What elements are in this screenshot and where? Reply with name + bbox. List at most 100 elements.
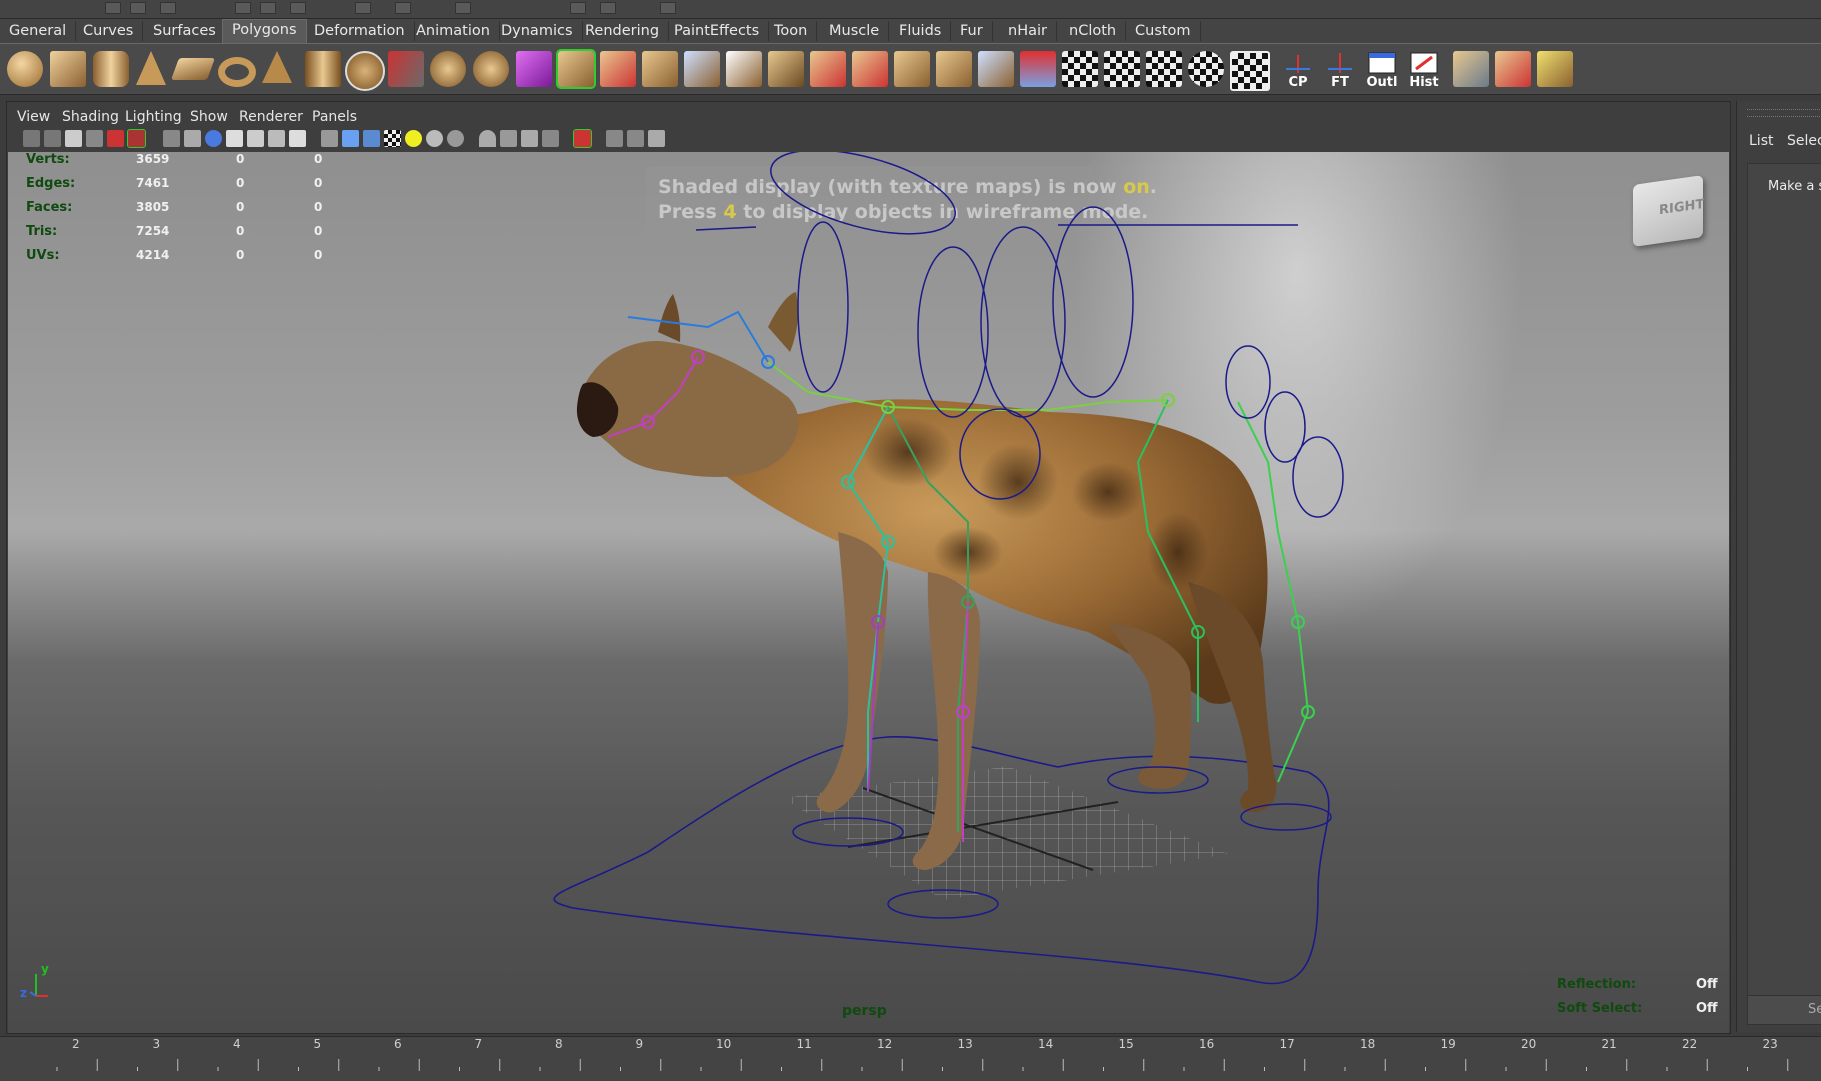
poly-plane-icon[interactable] <box>170 58 216 80</box>
select-button[interactable]: Se <box>1747 995 1821 1025</box>
tab-animation[interactable]: Animation <box>407 21 500 41</box>
grid-icon[interactable] <box>107 130 124 147</box>
poly-pyramid-icon[interactable] <box>262 51 292 83</box>
uv-planar-icon[interactable] <box>1062 51 1098 87</box>
menu-icon[interactable] <box>600 2 616 14</box>
neck-control-curve[interactable] <box>797 221 849 393</box>
sphere-icon[interactable] <box>447 130 464 147</box>
poly-collapse-icon[interactable] <box>852 51 888 87</box>
film-gate-icon[interactable] <box>127 129 146 148</box>
poly-cylinder-icon[interactable] <box>93 51 129 87</box>
motion-blur-icon[interactable] <box>500 130 517 147</box>
aa-icon[interactable] <box>542 130 559 147</box>
camera-attributes-icon[interactable] <box>44 130 61 147</box>
tail-control-curve[interactable] <box>1225 345 1271 419</box>
history-icon[interactable]: Hist <box>1406 51 1442 90</box>
tab-nhair[interactable]: nHair <box>999 21 1057 41</box>
foot-control-curve[interactable] <box>1240 803 1332 831</box>
tab-toon[interactable]: Toon <box>765 21 818 41</box>
menu-icon[interactable] <box>160 2 176 14</box>
tab-painteffects[interactable]: PaintEffects <box>665 21 770 41</box>
poly-split-icon[interactable] <box>684 51 720 87</box>
panel-layout-icon[interactable] <box>627 130 644 147</box>
ao-icon[interactable] <box>521 130 538 147</box>
spine-control-curve[interactable] <box>980 226 1066 418</box>
poly-pipe-icon[interactable] <box>305 51 341 87</box>
share-icon[interactable] <box>648 130 665 147</box>
poly-extract-icon[interactable] <box>978 51 1014 87</box>
menu-icon[interactable] <box>290 2 306 14</box>
tab-list[interactable]: List <box>1749 133 1773 149</box>
custom-tool-icon[interactable] <box>1537 51 1573 87</box>
spine-control-curve[interactable] <box>917 246 989 418</box>
head-control-curve[interactable] <box>762 152 964 250</box>
hud-icon[interactable] <box>479 130 496 147</box>
time-slider[interactable]: 2 3 4 5 6 7 8 9 10 11 12 13 14 15 16 17 18 19 20 21 22 23 <box>0 1036 1821 1081</box>
menu-icon[interactable] <box>130 2 146 14</box>
menu-icon[interactable] <box>570 2 586 14</box>
poly-soccer-icon[interactable] <box>345 51 385 91</box>
menu-renderer[interactable]: Renderer <box>239 109 303 125</box>
shadows-icon[interactable] <box>247 130 264 147</box>
menu-icon[interactable] <box>105 2 121 14</box>
tab-curves[interactable]: Curves <box>74 21 144 41</box>
tab-deformation[interactable]: Deformation <box>305 21 415 41</box>
textured-icon[interactable] <box>205 130 222 147</box>
poly-smooth-icon[interactable] <box>516 51 552 87</box>
menu-icon[interactable] <box>260 2 276 14</box>
text-icon[interactable] <box>289 130 306 147</box>
menu-icon[interactable] <box>355 2 371 14</box>
custom-tool-icon[interactable] <box>1495 51 1531 87</box>
sphere-icon[interactable] <box>426 130 443 147</box>
tab-custom[interactable]: Custom <box>1126 21 1201 41</box>
spine-control-curve[interactable] <box>1052 206 1134 398</box>
checker-icon[interactable] <box>384 130 401 147</box>
menu-icon[interactable] <box>395 2 411 14</box>
poly-append-icon[interactable] <box>642 51 678 87</box>
uv-automatic-icon[interactable] <box>1188 51 1224 87</box>
panel-drag-handle[interactable] <box>1747 109 1821 117</box>
view-cube[interactable]: RIGHT <box>1633 175 1704 247</box>
poly-sphere-icon[interactable] <box>7 51 43 87</box>
poly-separate-icon[interactable] <box>473 51 509 87</box>
poly-cone-icon[interactable] <box>136 51 166 85</box>
poly-bevel-icon[interactable] <box>894 51 930 87</box>
lights-icon[interactable] <box>226 130 243 147</box>
tab-muscle[interactable]: Muscle <box>820 21 890 41</box>
poly-merge-icon[interactable] <box>810 51 846 87</box>
menu-icon[interactable] <box>235 2 251 14</box>
panel-layout-icon[interactable] <box>606 130 623 147</box>
tab-rendering[interactable]: Rendering <box>576 21 670 41</box>
freeze-transform-icon[interactable]: FT <box>1322 51 1358 90</box>
poly-bridge-icon[interactable] <box>600 51 636 87</box>
poly-duplicate-face-icon[interactable] <box>936 51 972 87</box>
smooth-shade-icon[interactable] <box>184 130 201 147</box>
menu-panels[interactable]: Panels <box>312 109 357 125</box>
isolate-select-icon[interactable] <box>321 130 338 147</box>
shaded-cube-icon[interactable] <box>342 130 359 147</box>
custom-tool-icon[interactable] <box>1453 51 1489 87</box>
tab-ncloth[interactable]: nCloth <box>1060 21 1127 41</box>
outliner-icon[interactable]: Outl <box>1364 51 1400 90</box>
menu-view[interactable]: View <box>17 109 50 125</box>
uv-editor-icon[interactable] <box>1230 51 1270 91</box>
select-camera-icon[interactable] <box>23 130 40 147</box>
poly-torus-icon[interactable] <box>218 57 256 87</box>
scene-render[interactable] <box>8 152 1729 1033</box>
image-plane-icon[interactable] <box>86 130 103 147</box>
tab-general[interactable]: General <box>0 21 77 41</box>
poly-offset-loop-icon[interactable] <box>768 51 804 87</box>
light-icon[interactable] <box>405 130 422 147</box>
poly-cube-icon[interactable] <box>50 51 86 87</box>
menu-show[interactable]: Show <box>190 109 228 125</box>
tab-dynamics[interactable]: Dynamics <box>492 21 583 41</box>
tail-control-curve[interactable] <box>1292 436 1344 518</box>
cube-icon[interactable] <box>363 130 380 147</box>
center-pivot-icon[interactable]: CP <box>1280 51 1316 90</box>
wireframe-icon[interactable] <box>163 130 180 147</box>
poly-platonic-icon[interactable] <box>388 51 424 87</box>
poly-extrude-icon[interactable] <box>556 49 596 89</box>
tab-selected[interactable]: Selecti <box>1787 133 1821 149</box>
menu-icon[interactable] <box>455 2 471 14</box>
menu-icon[interactable] <box>660 2 676 14</box>
